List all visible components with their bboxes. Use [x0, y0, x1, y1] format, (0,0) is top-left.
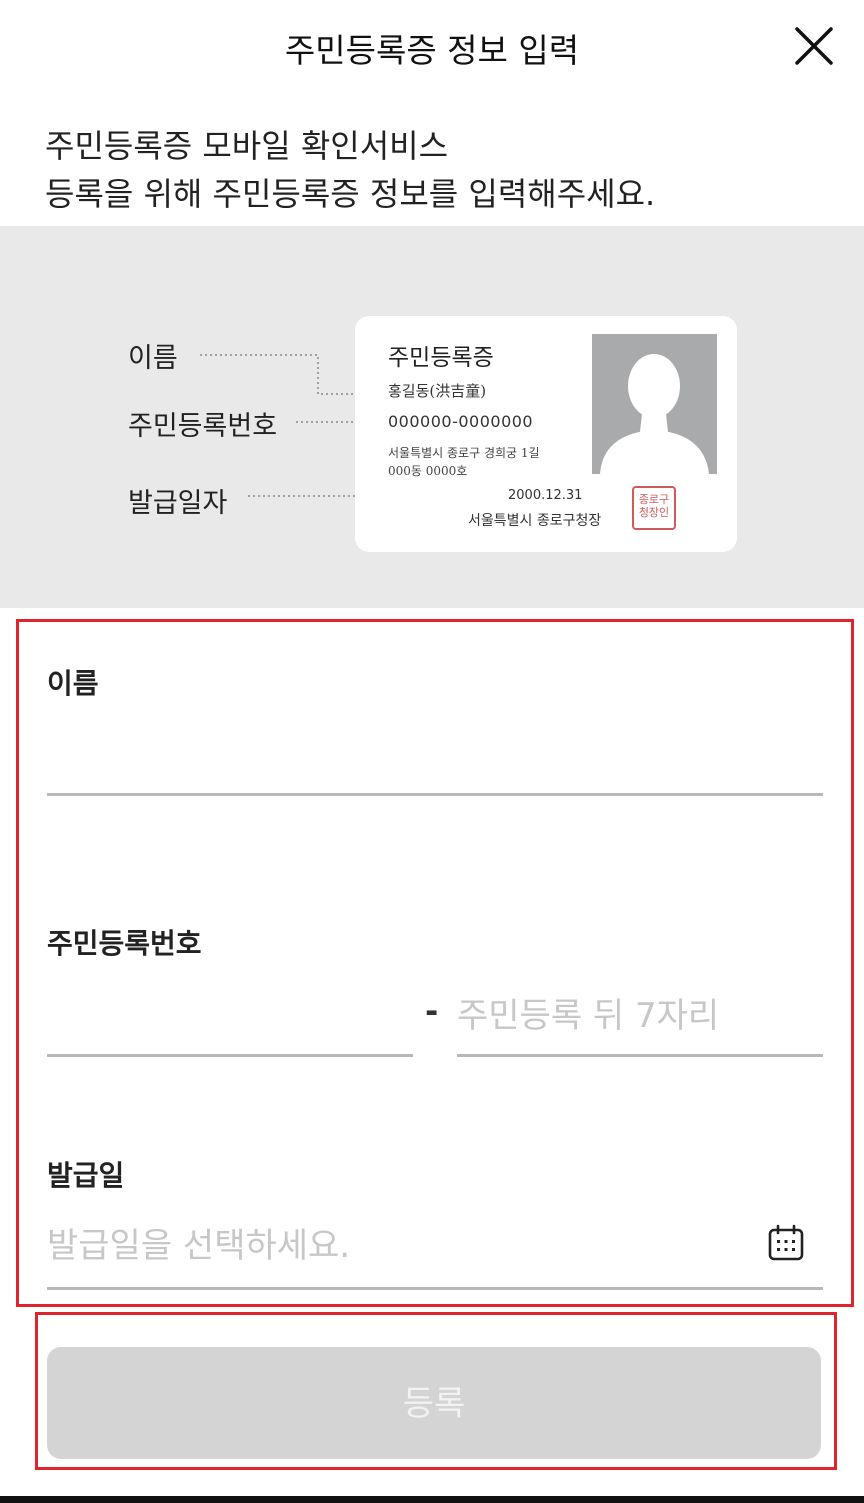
intro-line-2: 등록을 위해 주민등록증 정보를 입력해주세요.: [45, 175, 656, 213]
photo-placeholder: [592, 334, 717, 474]
name-label: 이름: [47, 667, 99, 700]
intro-line-1: 주민등록증 모바일 확인서비스: [45, 127, 449, 165]
card-address: 서울특별시 종로구 경희궁 1길 000동 0000호: [388, 444, 540, 480]
issue-date-label: 발급일: [47, 1159, 125, 1192]
calendar-icon[interactable]: [767, 1224, 805, 1262]
page: 주민등록증 정보 입력 주민등록증 모바일 확인서비스 등록을 위해 주민등록증…: [0, 0, 864, 1503]
card-date: 2000.12.31: [508, 488, 583, 503]
card-issuer: 서울특별시 종로구청장: [468, 513, 602, 529]
illus-label-rrn: 주민등록번호: [128, 411, 278, 442]
id-card: 주민등록증 홍길동(洪吉童) 000000-0000000 서울특별시 종로구 …: [355, 316, 737, 552]
close-button[interactable]: [792, 24, 836, 68]
person-silhouette-icon: [600, 354, 709, 474]
rrn-back-underline: [457, 1054, 823, 1057]
bottom-bar: [0, 1496, 864, 1503]
issue-date-input[interactable]: [47, 1216, 747, 1276]
page-title: 주민등록증 정보 입력: [284, 31, 580, 70]
rrn-front-input[interactable]: [47, 986, 411, 1046]
id-card-illustration: 이름 주민등록번호 발급일자 주민등록증 홍길동(洪吉童) 000000-000…: [0, 226, 864, 608]
rrn-front-underline: [47, 1054, 413, 1057]
card-title: 주민등록증: [388, 345, 494, 371]
id-info-form: 이름 주민등록번호 - 발급일: [16, 619, 854, 1307]
card-name: 홍길동(洪吉童): [388, 382, 487, 400]
register-button[interactable]: 등록: [47, 1347, 821, 1459]
close-icon: [795, 27, 833, 65]
intro-text: 주민등록증 모바일 확인서비스 등록을 위해 주민등록증 정보를 입력해주세요.: [45, 122, 655, 218]
register-button-highlight: 등록: [35, 1312, 837, 1470]
seal-line-1: 종로구: [638, 493, 670, 506]
name-input[interactable]: [47, 722, 821, 782]
card-rrn: 000000-0000000: [388, 412, 534, 431]
rrn-dash: -: [425, 992, 439, 1030]
card-address-line-1: 서울특별시 종로구 경희궁 1길: [388, 446, 540, 460]
name-underline: [47, 793, 823, 796]
rrn-back-input[interactable]: [457, 986, 821, 1046]
header: 주민등록증 정보 입력: [0, 0, 864, 96]
issue-date-underline: [47, 1287, 823, 1290]
illus-label-name: 이름: [128, 343, 178, 374]
card-address-line-2: 000동 0000호: [388, 464, 468, 478]
seal-line-2: 청장인: [638, 506, 670, 519]
illus-label-issue-date: 발급일자: [128, 488, 228, 519]
rrn-label: 주민등록번호: [47, 927, 202, 960]
official-seal: 종로구 청장인: [632, 486, 676, 530]
